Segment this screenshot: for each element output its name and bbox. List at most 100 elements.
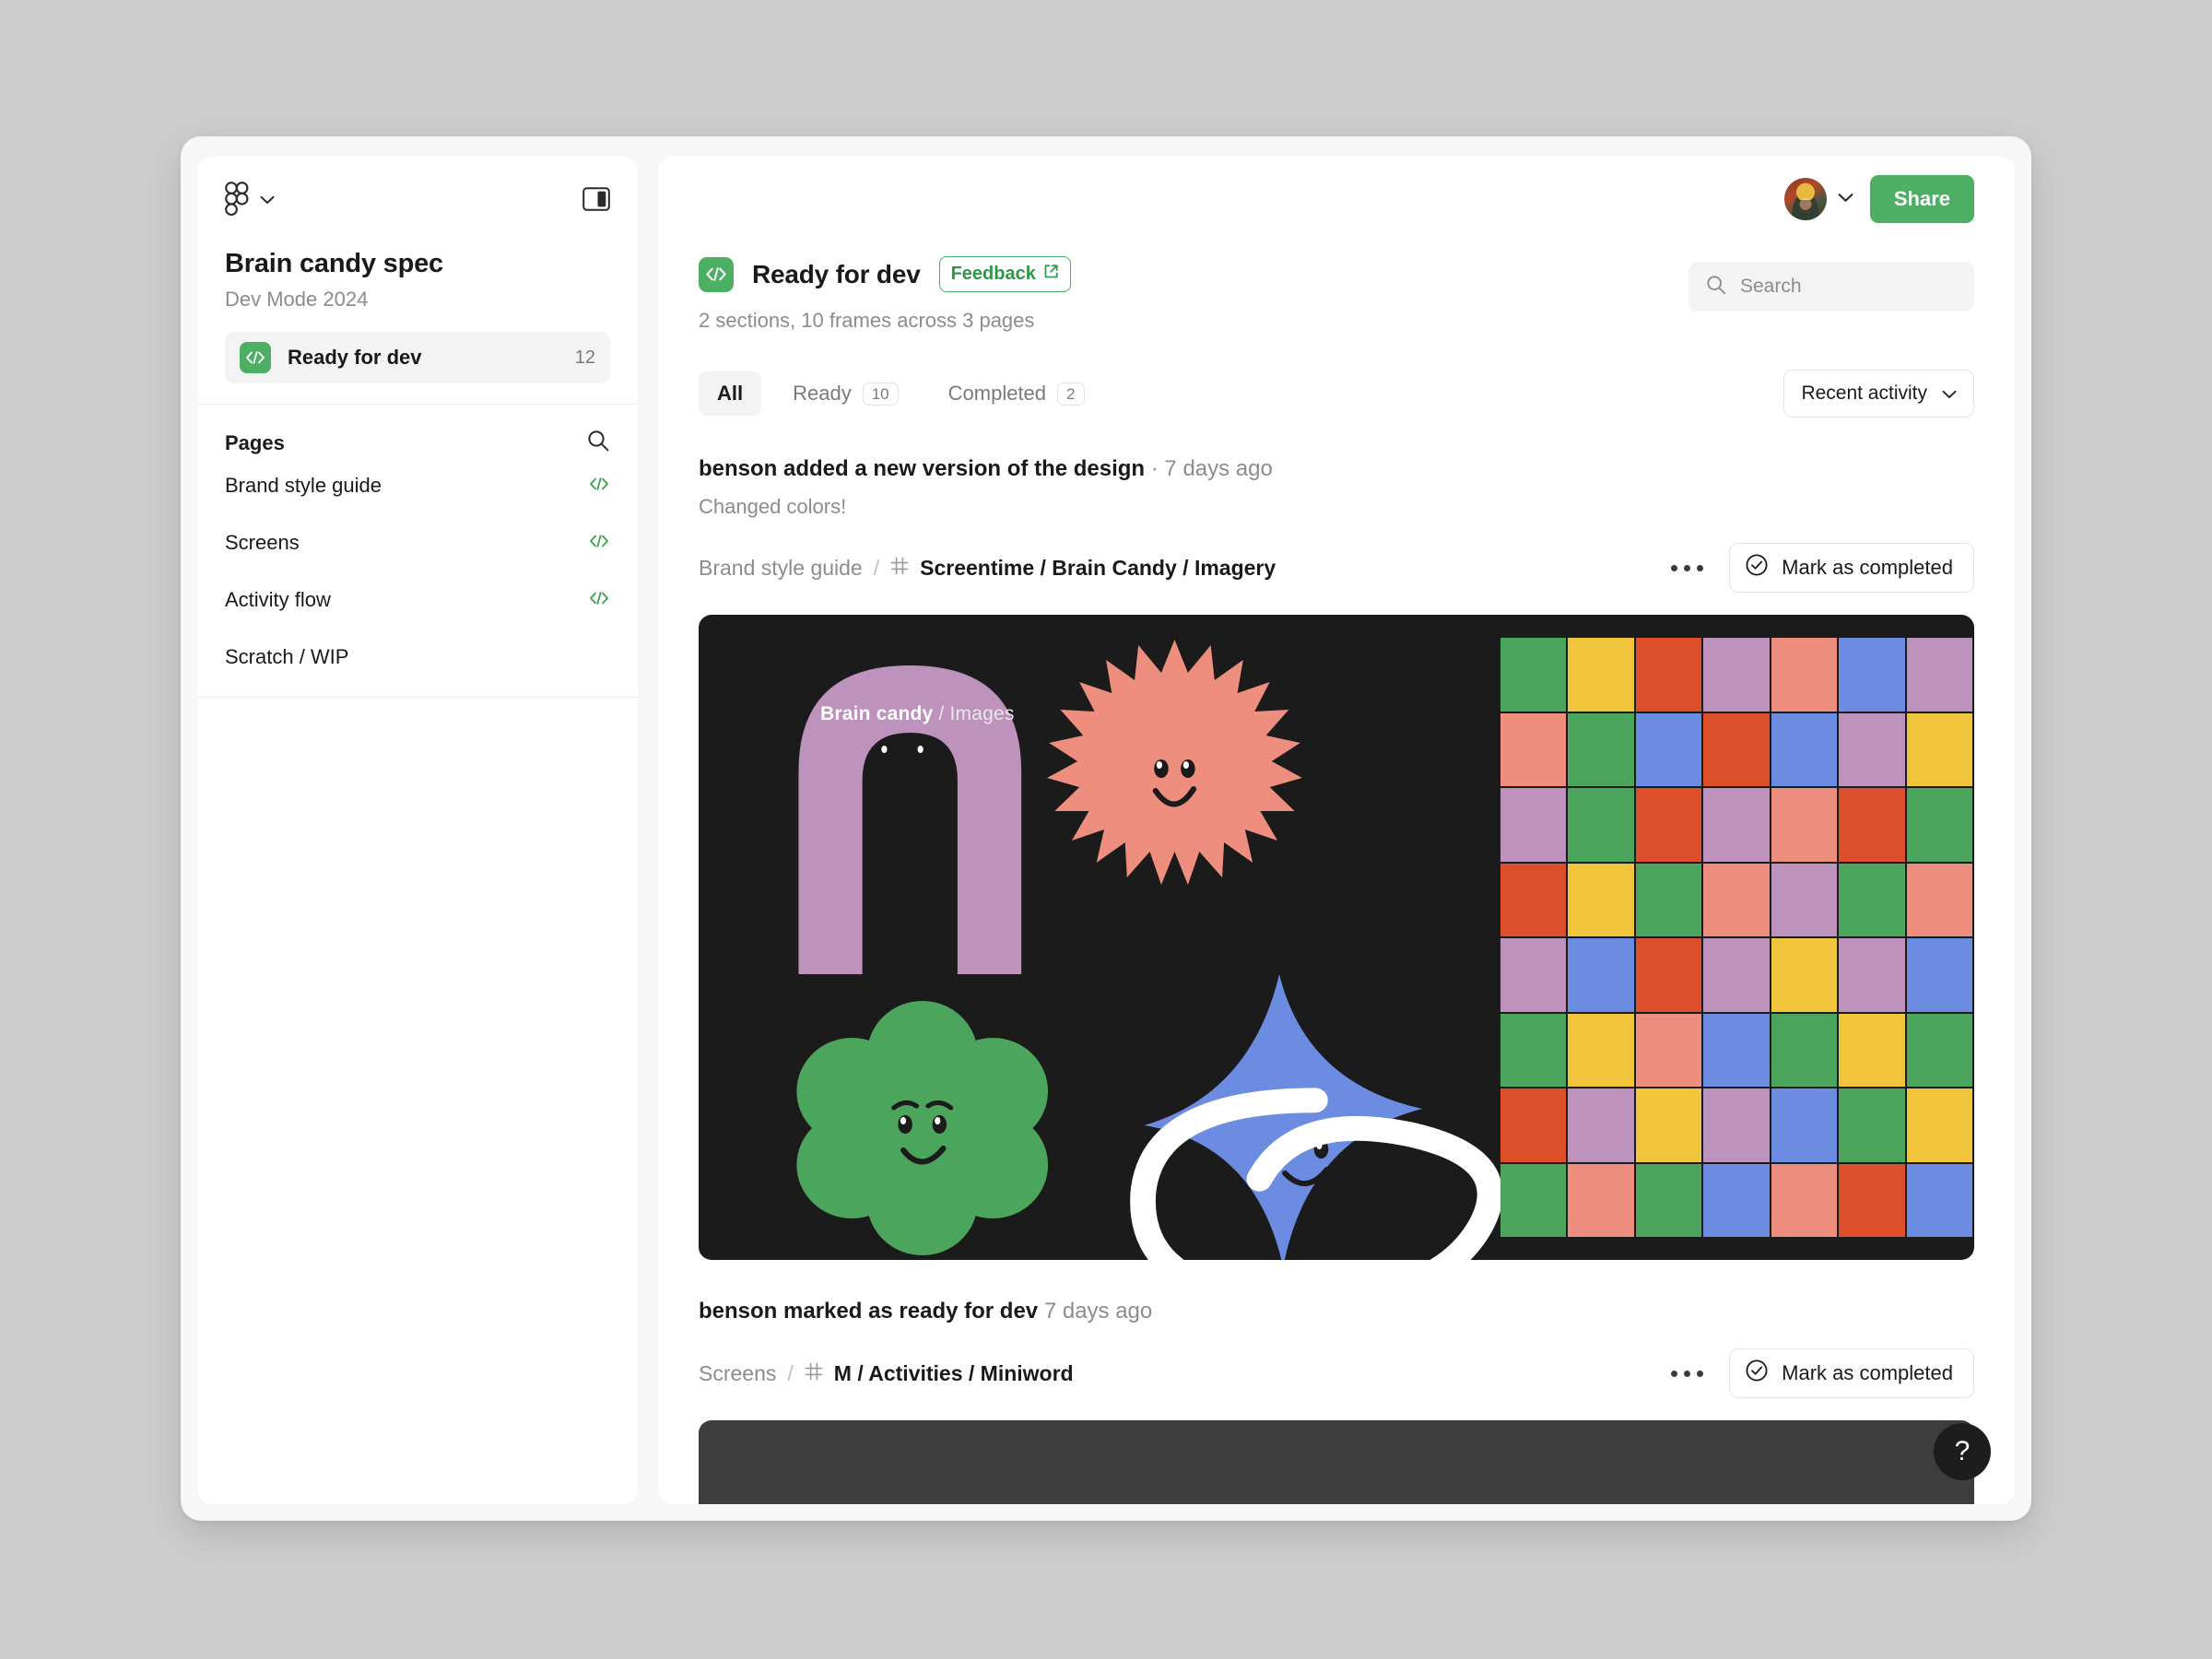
section-header-left: Ready for dev Feedback 2 sections, 10: [699, 256, 1071, 333]
color-swatch: [1771, 788, 1837, 862]
color-swatch: [1771, 1014, 1837, 1088]
page-label: Activity flow: [225, 588, 331, 612]
search-icon[interactable]: [586, 429, 610, 457]
mark-as-completed-button[interactable]: Mark as completed: [1729, 1348, 1974, 1398]
more-horizontal-icon[interactable]: [1665, 1365, 1709, 1382]
activity-item: benson marked as ready for dev 7 days ag…: [699, 1299, 1974, 1504]
code-icon: [699, 257, 734, 292]
color-swatch: [1839, 938, 1904, 1012]
sidebar-item-ready-for-dev[interactable]: Ready for dev 12: [225, 332, 610, 383]
panel-layout-icon[interactable]: [582, 187, 610, 216]
color-swatch: [1568, 1164, 1633, 1238]
color-swatch: [1771, 1164, 1837, 1238]
sidebar-item-activity-flow[interactable]: Activity flow: [197, 571, 638, 629]
account-menu-button[interactable]: [1784, 178, 1853, 220]
more-horizontal-icon[interactable]: [1665, 559, 1709, 577]
activity-separator: ·: [1145, 456, 1164, 481]
color-swatch: [1568, 1014, 1633, 1088]
breadcrumb-parent[interactable]: Brand style guide: [699, 556, 863, 581]
color-swatch: [1907, 1164, 1972, 1238]
sidebar-item-scratch-wip[interactable]: Scratch / WIP: [197, 629, 638, 686]
color-swatch: [1636, 1014, 1701, 1088]
tab-ready[interactable]: Ready 10: [774, 371, 917, 416]
color-swatch: [1500, 638, 1566, 712]
color-swatch: [1636, 938, 1701, 1012]
color-swatch: [1839, 1014, 1904, 1088]
section-subtitle: 2 sections, 10 frames across 3 pages: [699, 309, 1071, 333]
figma-logo-button[interactable]: [225, 182, 275, 221]
color-swatch: [1636, 864, 1701, 937]
color-swatch-grid: [1500, 638, 1972, 1237]
color-swatch: [1636, 1088, 1701, 1162]
activity-action: added a new version of the design: [783, 456, 1145, 481]
page-title: Brain candy spec: [225, 249, 610, 279]
mark-label: Mark as completed: [1782, 556, 1953, 580]
sidebar-ready-label: Ready for dev: [288, 346, 559, 370]
color-swatch: [1636, 713, 1701, 787]
color-swatch: [1771, 864, 1837, 937]
sidebar-item-screens[interactable]: Screens: [197, 514, 638, 571]
color-swatch: [1907, 864, 1972, 937]
color-swatch: [1907, 1014, 1972, 1088]
color-swatch: [1568, 788, 1633, 862]
sort-dropdown[interactable]: Recent activity: [1783, 370, 1974, 418]
color-swatch: [1703, 1088, 1769, 1162]
tab-ready-label: Ready: [793, 382, 852, 406]
breadcrumb-parent[interactable]: Screens: [699, 1361, 776, 1386]
tab-all[interactable]: All: [699, 371, 761, 416]
breadcrumb-separator: /: [874, 556, 879, 581]
filter-tabs: All Ready 10 Completed 2: [699, 371, 1103, 416]
check-circle-icon: [1745, 1359, 1769, 1388]
frame-hash-icon: [805, 1361, 823, 1386]
color-swatch: [1568, 713, 1633, 787]
color-swatch: [1636, 788, 1701, 862]
breadcrumb-frame[interactable]: Screentime / Brain Candy / Imagery: [920, 556, 1276, 581]
sort-label: Recent activity: [1801, 382, 1927, 405]
color-swatch: [1907, 713, 1972, 787]
filter-row: All Ready 10 Completed 2 Recent activity: [699, 370, 1974, 418]
color-swatch: [1907, 788, 1972, 862]
color-swatch: [1636, 1164, 1701, 1238]
page-label: Scratch / WIP: [225, 645, 348, 669]
app-window: Brain candy spec Dev Mode 2024 Ready for…: [181, 136, 2031, 1521]
color-swatch: [1568, 864, 1633, 937]
color-swatch: [1703, 788, 1769, 862]
frame-hash-icon: [890, 556, 909, 581]
section-title-row: Ready for dev Feedback: [699, 256, 1071, 292]
share-button[interactable]: Share: [1870, 175, 1974, 223]
breadcrumb-frame[interactable]: M / Activities / Miniword: [834, 1361, 1074, 1386]
chevron-down-icon: [260, 193, 275, 209]
help-button[interactable]: ?: [1934, 1423, 1991, 1480]
color-swatch: [1500, 1014, 1566, 1088]
sidebar-ready-count: 12: [575, 347, 595, 369]
color-swatch: [1500, 788, 1566, 862]
color-swatch: [1636, 638, 1701, 712]
color-swatch: [1500, 1164, 1566, 1238]
color-swatch: [1500, 864, 1566, 937]
mark-label: Mark as completed: [1782, 1361, 1953, 1385]
code-icon: [588, 476, 610, 496]
color-swatch: [1839, 864, 1904, 937]
sidebar-item-brand-style-guide[interactable]: Brand style guide: [197, 457, 638, 514]
tab-completed[interactable]: Completed 2: [930, 371, 1103, 416]
color-swatch: [1568, 638, 1633, 712]
design-thumbnail[interactable]: Brain candy / Images: [699, 615, 1974, 1260]
page-label: Screens: [225, 531, 300, 555]
feedback-button[interactable]: Feedback: [939, 256, 1071, 292]
file-subtitle: Dev Mode 2024: [225, 288, 610, 312]
section-title: Ready for dev: [752, 260, 921, 289]
pages-header: Pages: [197, 405, 638, 457]
content-scroll-area[interactable]: Ready for dev Feedback 2 sections, 10: [658, 241, 2015, 1504]
check-circle-icon: [1745, 553, 1769, 582]
avatar: [1784, 178, 1827, 220]
activity-separator: [1038, 1299, 1044, 1324]
main-topbar: Share: [658, 157, 2015, 241]
search-box[interactable]: [1688, 262, 1974, 312]
search-input[interactable]: [1740, 276, 1958, 298]
external-link-icon: [1043, 264, 1059, 285]
pages-list: Brand style guide Screens Activity flow: [197, 457, 638, 686]
code-icon: [240, 342, 271, 373]
design-thumbnail[interactable]: [699, 1420, 1974, 1504]
color-swatch: [1771, 938, 1837, 1012]
mark-as-completed-button[interactable]: Mark as completed: [1729, 543, 1974, 593]
